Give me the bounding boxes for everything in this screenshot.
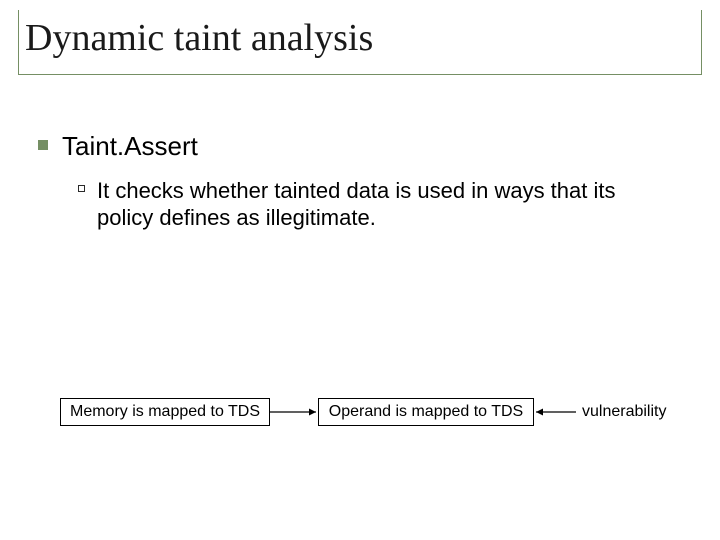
slide: Dynamic taint analysis Taint.Assert It c…: [0, 0, 720, 540]
bullet-level-1: Taint.Assert: [38, 130, 688, 163]
slide-title: Dynamic taint analysis: [25, 18, 701, 60]
bullet-level-1-text: Taint.Assert: [62, 130, 198, 163]
diagram-label-vulnerability: vulnerability: [582, 403, 666, 421]
square-bullet-icon: [38, 140, 48, 150]
hollow-square-bullet-icon: [78, 185, 85, 192]
slide-body: Taint.Assert It checks whether tainted d…: [38, 130, 688, 232]
title-container: Dynamic taint analysis: [18, 10, 702, 75]
bullet-level-2-text: It checks whether tainted data is used i…: [97, 177, 657, 232]
diagram-box-operand: Operand is mapped to TDS: [318, 398, 534, 426]
bullet-level-2: It checks whether tainted data is used i…: [78, 177, 688, 232]
diagram: Memory is mapped to TDS Operand is mappe…: [0, 0, 720, 540]
diagram-arrows: [0, 0, 720, 540]
diagram-box-memory: Memory is mapped to TDS: [60, 398, 270, 426]
